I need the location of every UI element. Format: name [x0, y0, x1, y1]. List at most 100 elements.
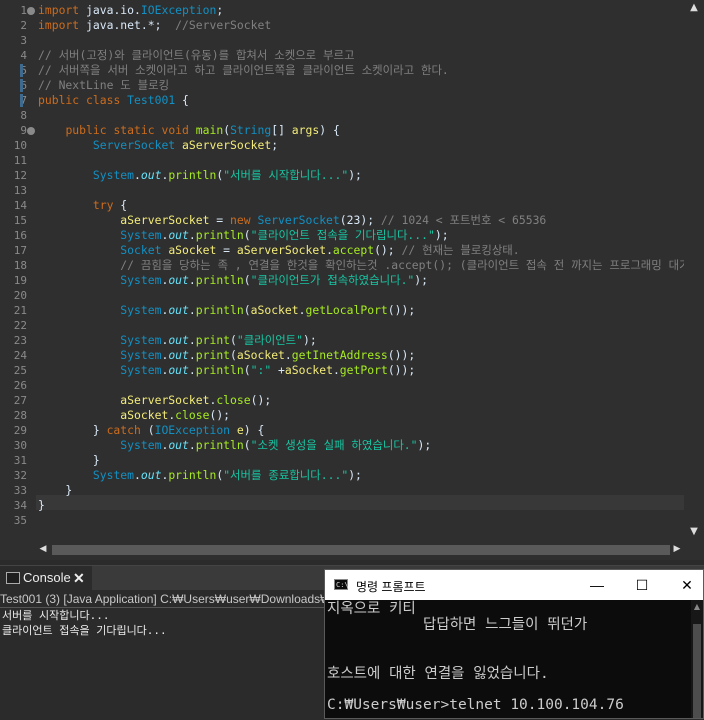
code-token: System [120, 333, 162, 347]
code-line[interactable]: System.out.print(aSocket.getInetAddress(… [38, 348, 415, 363]
code-token: println [168, 468, 217, 482]
code-line[interactable]: import java.net.*; //ServerSocket [38, 18, 271, 33]
code-token: ( [140, 423, 155, 437]
code-line[interactable]: // NextLine 도 블로킹 [38, 78, 169, 93]
code-line[interactable]: public static void main(String[] args) { [38, 123, 340, 138]
code-line[interactable]: System.out.println("소켓 생성을 실패 하였습니다."); [38, 438, 431, 453]
code-token: println [195, 273, 244, 287]
code-line[interactable]: System.out.println("서버를 시작합니다..."); [38, 168, 362, 183]
code-line[interactable]: } catch (IOException e) { [38, 423, 264, 438]
code-line[interactable]: System.out.println(":" +aSocket.getPort(… [38, 363, 415, 378]
code-line[interactable]: // 서버쪽을 서버 소켓이라고 하고 클라이언트쪽을 클라이언트 소켓이라고 … [38, 63, 449, 78]
code-token: args [291, 123, 320, 137]
line-number: 14 [13, 199, 27, 212]
line-number: 8 [20, 109, 27, 122]
scroll-up-icon[interactable]: ▲ [691, 600, 703, 614]
console-icon [6, 572, 20, 584]
line-number: 17 [13, 244, 27, 257]
code-token: // NextLine 도 블로킹 [38, 78, 170, 92]
minimize-button[interactable]: — [586, 574, 608, 596]
code-token: ); [348, 468, 362, 482]
line-number: 12 [13, 169, 27, 182]
line-number: 4 [20, 49, 27, 62]
horizontal-scroll-thumb[interactable] [52, 545, 670, 555]
code-token: ()); [387, 303, 416, 317]
line-number: 28 [13, 409, 27, 422]
code-token: class [86, 93, 121, 107]
line-number: 9 [20, 124, 27, 137]
maximize-button[interactable]: ☐ [631, 574, 653, 596]
code-token: ( [243, 303, 251, 317]
code-token: } [38, 498, 45, 512]
code-token: println [195, 228, 244, 242]
line-number: 27 [13, 394, 27, 407]
line-number: 29 [13, 424, 27, 437]
scroll-up-icon[interactable]: ▲ [684, 0, 704, 16]
line-number: 10 [13, 139, 27, 152]
scroll-down-icon[interactable]: ▼ [684, 524, 704, 540]
code-line[interactable]: aServerSocket = new ServerSocket(23); //… [38, 213, 546, 228]
line-number: 16 [13, 229, 27, 242]
scroll-right-icon[interactable]: ▶ [670, 542, 684, 557]
code-token: close [216, 393, 251, 407]
cmd-vertical-scrollbar[interactable]: ▲ [691, 600, 703, 718]
code-token: getLocalPort [305, 303, 388, 317]
code-line[interactable]: } [38, 498, 45, 513]
code-token: ) { [319, 123, 340, 137]
console-output-line: 클라이언트 접속을 기다립니다... [2, 624, 167, 637]
fold-toggle-icon[interactable] [27, 7, 35, 15]
code-line[interactable]: aSocket.close(); [38, 408, 230, 423]
close-icon[interactable]: ✕ [73, 566, 85, 590]
code-line[interactable]: try { [38, 198, 127, 213]
code-line[interactable]: // 끔힘을 당하는 족 , 연결을 한것을 확인하는것 .accept(); … [38, 258, 696, 273]
scroll-left-icon[interactable]: ◀ [36, 542, 50, 557]
cmd-scroll-thumb[interactable] [693, 624, 701, 718]
code-token: { [113, 198, 128, 212]
tab-console[interactable]: Console ✕ [0, 566, 92, 590]
code-line[interactable]: Socket aSocket = aServerSocket.accept();… [38, 243, 519, 258]
code-token: ); [434, 228, 449, 242]
code-token: = [216, 243, 237, 257]
code-line[interactable]: System.out.println("클라이언트 접속을 기다립니다...")… [38, 228, 449, 243]
editor-vertical-scrollbar[interactable]: ▲ ▼ [684, 0, 704, 542]
cmd-window-title: 명령 프롬프트 [356, 580, 426, 594]
code-token: aServerSocket [182, 138, 272, 152]
code-editor[interactable]: 1 2 3 4 5 6 7 8 9 10 11 12 13 14 15 16 17 18 19 20 21 22 23 24 2… [0, 0, 704, 560]
fold-toggle-icon[interactable] [27, 127, 35, 135]
code-line[interactable]: System.out.println("클라이언트가 접속하였습니다."); [38, 273, 428, 288]
line-number: 22 [13, 319, 27, 332]
line-number: 21 [13, 304, 27, 317]
code-token: } [38, 453, 100, 467]
code-line[interactable]: System.out.print("클라이언트"); [38, 333, 316, 348]
code-line[interactable]: // 서버(고정)와 클라이언트(유동)를 합쳐서 소켓으로 부르고 [38, 48, 354, 63]
code-line[interactable]: System.out.println(aSocket.getLocalPort(… [38, 303, 415, 318]
code-line[interactable]: import java.io.IOException; [38, 3, 223, 18]
code-token: . [332, 363, 340, 377]
code-line[interactable]: aServerSocket.close(); [38, 393, 271, 408]
code-line[interactable]: } [38, 483, 72, 498]
command-prompt-window[interactable]: C:\ 명령 프롬프트 — ☐ ✕ 지옥으로 키티 답답하면 느그들이 뛰던가 호… [324, 569, 704, 719]
code-line[interactable]: ServerSocket aServerSocket; [38, 138, 278, 153]
code-token: java.io. [79, 3, 141, 17]
change-marker [20, 64, 23, 77]
code-token: getInetAddress [291, 348, 388, 362]
code-token: . [188, 363, 196, 377]
code-token: ServerSocket [92, 138, 176, 152]
code-line[interactable]: public class Test001 { [38, 93, 189, 108]
code-token: //ServerSocket [175, 18, 272, 32]
editor-horizontal-scrollbar[interactable]: ◀ ▶ [36, 542, 684, 557]
code-token: out [168, 333, 189, 347]
code-token: . [188, 303, 196, 317]
line-number: 34 [13, 499, 27, 512]
close-button[interactable]: ✕ [676, 574, 698, 596]
cmd-title-bar[interactable]: C:\ 명령 프롬프트 — ☐ ✕ [325, 570, 703, 600]
code-token: public [65, 123, 107, 137]
code-line[interactable]: System.out.println("서버를 종료합니다..."); [38, 468, 362, 483]
code-line[interactable]: } [38, 453, 100, 468]
